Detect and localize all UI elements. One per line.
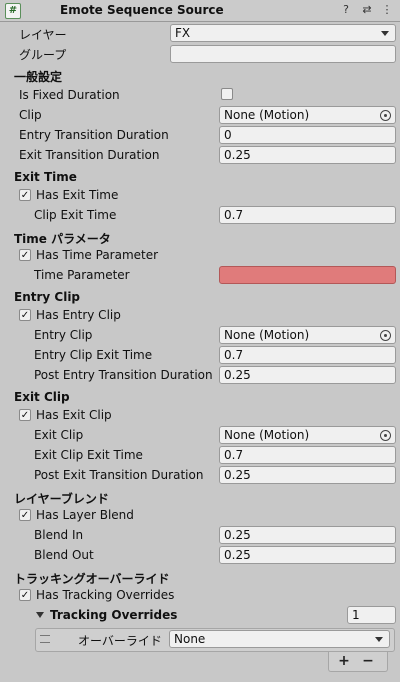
help-icon[interactable]: ?	[339, 3, 353, 17]
has-entry-clip-checkbox[interactable]: ✓	[19, 309, 31, 321]
entry-clip-label: Entry Clip	[34, 328, 93, 342]
post-entry-transition-duration-value: 0.25	[224, 368, 251, 382]
blend-out-input[interactable]: 0.25	[219, 546, 396, 564]
clip-label: Clip	[19, 108, 42, 122]
post-entry-transition-duration-label: Post Entry Transition Duration	[34, 368, 213, 382]
override-item-label: オーバーライド	[78, 634, 162, 648]
clip-exit-time-input[interactable]: 0.7	[219, 206, 396, 224]
has-layer-blend-label: Has Layer Blend	[36, 508, 134, 522]
entry-transition-duration-input[interactable]: 0	[219, 126, 396, 144]
exit-time-heading: Exit Time	[14, 170, 77, 184]
has-tracking-overrides-label: Has Tracking Overrides	[36, 588, 175, 602]
layer-value: FX	[175, 26, 191, 40]
remove-item-button[interactable]: −	[359, 653, 377, 669]
override-dropdown[interactable]: None	[169, 630, 390, 648]
clip-exit-time-value: 0.7	[224, 208, 244, 222]
time-parameter-label: Time Parameter	[34, 268, 130, 282]
exit-clip-value: None (Motion)	[224, 428, 310, 442]
clip-value: None (Motion)	[224, 108, 310, 122]
is-fixed-duration-label: Is Fixed Duration	[19, 88, 120, 102]
has-entry-clip-label: Has Entry Clip	[36, 308, 121, 322]
entry-transition-duration-value: 0	[224, 128, 232, 142]
post-entry-transition-duration-input[interactable]: 0.25	[219, 366, 396, 384]
exit-clip-label: Exit Clip	[34, 428, 84, 442]
script-icon: #	[5, 3, 21, 19]
exit-clip-exit-time-input[interactable]: 0.7	[219, 446, 396, 464]
exit-clip-exit-time-label: Exit Clip Exit Time	[34, 448, 143, 462]
time-parameter-input[interactable]	[219, 266, 396, 284]
has-time-parameter-label: Has Time Parameter	[36, 248, 159, 262]
blend-in-value: 0.25	[224, 528, 251, 542]
blend-in-input[interactable]: 0.25	[219, 526, 396, 544]
menu-icon[interactable]: ⋮	[380, 3, 394, 17]
entry-clip-value: None (Motion)	[224, 328, 310, 342]
chevron-down-icon	[375, 637, 383, 642]
component-title: Emote Sequence Source	[60, 3, 224, 17]
group-label: グループ	[19, 48, 67, 62]
is-fixed-duration-checkbox[interactable]	[221, 88, 233, 100]
tracking-overrides-list-label[interactable]: Tracking Overrides	[50, 608, 177, 622]
post-exit-transition-duration-input[interactable]: 0.25	[219, 466, 396, 484]
settings-icon[interactable]: ⇄	[360, 3, 374, 17]
list-size-input[interactable]: 1	[347, 606, 396, 624]
exit-transition-duration-label: Exit Transition Duration	[19, 148, 160, 162]
entry-transition-duration-label: Entry Transition Duration	[19, 128, 169, 142]
has-exit-time-label: Has Exit Time	[36, 188, 119, 202]
has-exit-clip-label: Has Exit Clip	[36, 408, 112, 422]
foldout-arrow-icon[interactable]	[36, 612, 44, 618]
override-value: None	[174, 632, 206, 646]
layer-dropdown[interactable]: FX	[170, 24, 396, 42]
entry-clip-heading: Entry Clip	[14, 290, 81, 304]
entry-clip-object-field[interactable]: None (Motion)	[219, 326, 396, 344]
blend-in-label: Blend In	[34, 528, 84, 542]
post-exit-transition-duration-value: 0.25	[224, 468, 251, 482]
has-exit-clip-checkbox[interactable]: ✓	[19, 409, 31, 421]
exit-clip-exit-time-value: 0.7	[224, 448, 244, 462]
entry-clip-exit-time-value: 0.7	[224, 348, 244, 362]
layer-blend-heading: レイヤーブレンド	[14, 492, 109, 506]
object-picker-icon[interactable]	[380, 110, 391, 121]
add-item-button[interactable]: +	[335, 653, 353, 669]
blend-out-label: Blend Out	[34, 548, 94, 562]
clip-object-field[interactable]: None (Motion)	[219, 106, 396, 124]
has-exit-time-checkbox[interactable]: ✓	[19, 189, 31, 201]
has-time-parameter-checkbox[interactable]: ✓	[19, 249, 31, 261]
exit-clip-heading: Exit Clip	[14, 390, 70, 404]
layer-label: レイヤー	[19, 28, 67, 42]
list-size-value: 1	[352, 608, 360, 622]
exit-clip-object-field[interactable]: None (Motion)	[219, 426, 396, 444]
object-picker-icon[interactable]	[380, 430, 391, 441]
exit-transition-duration-input[interactable]: 0.25	[219, 146, 396, 164]
clip-exit-time-label: Clip Exit Time	[34, 208, 117, 222]
post-exit-transition-duration-label: Post Exit Transition Duration	[34, 468, 204, 482]
tracking-overrides-heading: トラッキングオーバーライド	[14, 572, 170, 586]
exit-transition-duration-value: 0.25	[224, 148, 251, 162]
drag-handle-icon[interactable]	[40, 635, 50, 643]
general-settings-heading: 一般設定	[14, 70, 63, 84]
entry-clip-exit-time-label: Entry Clip Exit Time	[34, 348, 153, 362]
blend-out-value: 0.25	[224, 548, 251, 562]
time-parameter-heading: Time パラメータ	[14, 232, 111, 246]
has-layer-blend-checkbox[interactable]: ✓	[19, 509, 31, 521]
object-picker-icon[interactable]	[380, 330, 391, 341]
chevron-down-icon	[381, 31, 389, 36]
entry-clip-exit-time-input[interactable]: 0.7	[219, 346, 396, 364]
has-tracking-overrides-checkbox[interactable]: ✓	[19, 589, 31, 601]
group-input[interactable]	[170, 45, 396, 63]
